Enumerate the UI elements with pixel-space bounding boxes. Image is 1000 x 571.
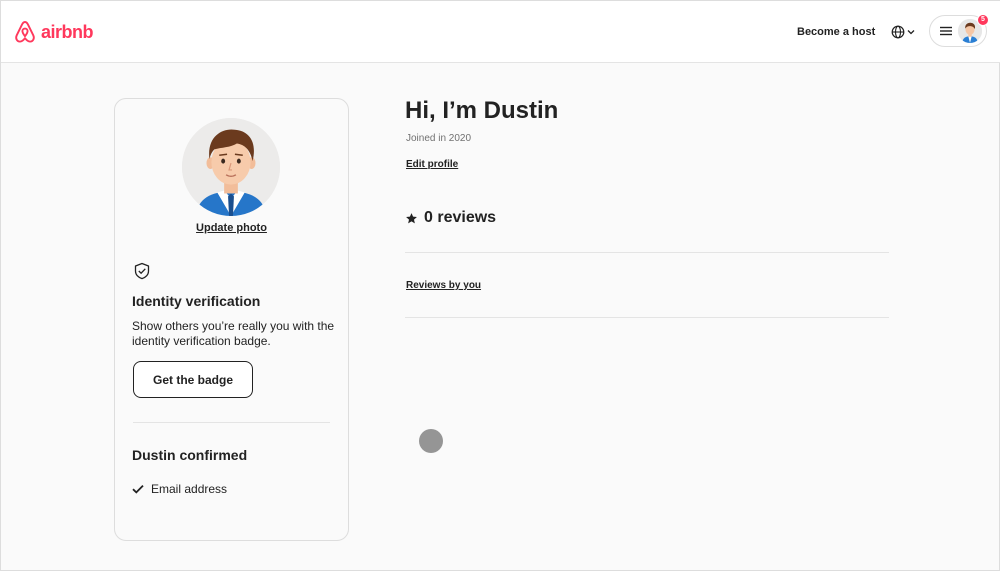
update-photo-link[interactable]: Update photo <box>115 222 348 234</box>
joined-date: Joined in 2020 <box>406 133 472 144</box>
identity-verification-description: Show others you’re really you with the i… <box>132 319 335 348</box>
page-title: Hi, I’m Dustin <box>405 97 559 124</box>
language-button[interactable] <box>886 19 920 45</box>
notification-badge: 5 <box>977 14 989 26</box>
shield-check-icon <box>134 262 150 280</box>
confirmed-title: Dustin confirmed <box>132 447 248 463</box>
reviews-by-you-link[interactable]: Reviews by you <box>406 280 481 291</box>
get-badge-button[interactable]: Get the badge <box>133 361 253 398</box>
reviews-count: 0 reviews <box>405 209 496 227</box>
mouse-cursor-indicator <box>419 429 443 453</box>
edit-profile-link[interactable]: Edit profile <box>406 159 458 170</box>
top-header: airbnb Become a host 5 <box>1 1 1000 63</box>
become-host-link[interactable]: Become a host <box>787 19 885 45</box>
card-divider <box>133 422 330 423</box>
globe-icon <box>891 25 905 39</box>
star-icon <box>406 212 417 223</box>
reviews-count-label: 0 reviews <box>424 209 497 226</box>
profile-card: Update photo Identity verification Show … <box>114 98 349 541</box>
confirmed-item-label: Email address <box>151 482 228 496</box>
section-divider-top <box>405 252 889 253</box>
airbnb-logo-icon <box>15 21 35 43</box>
checkmark-icon <box>132 484 144 494</box>
hamburger-menu-icon <box>940 26 952 36</box>
identity-verification-title: Identity verification <box>132 293 261 309</box>
confirmed-item-email: Email address <box>132 482 227 496</box>
logo-wordmark: airbnb <box>41 21 94 42</box>
airbnb-logo[interactable]: airbnb <box>13 19 94 45</box>
page-frame: airbnb Become a host 5 Update photo Iden… <box>0 0 1000 571</box>
chevron-down-icon <box>907 30 915 35</box>
section-divider-bottom <box>405 317 889 318</box>
profile-avatar[interactable] <box>182 118 280 216</box>
